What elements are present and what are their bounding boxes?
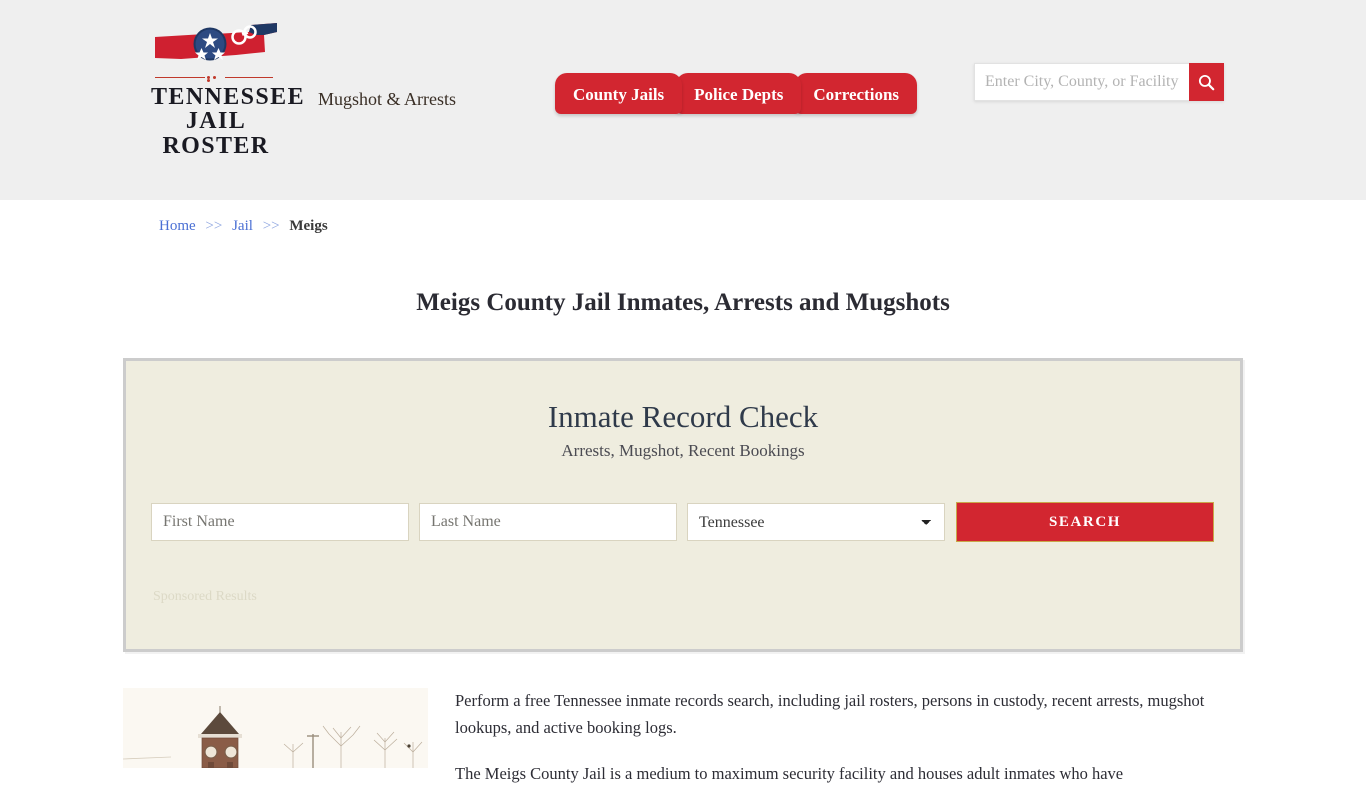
main-content: Perform a free Tennessee inmate records … (123, 688, 1243, 783)
breadcrumb-item-meigs: Meigs (289, 218, 328, 234)
nav-tab-county-jails[interactable]: County Jails (555, 73, 683, 114)
primary-nav: County Jails Police Depts Corrections (555, 73, 918, 117)
courthouse-photo (123, 688, 428, 768)
logo-word-jail-roster: JAIL ROSTER (162, 108, 270, 159)
courthouse-clock-tower-image (123, 688, 428, 768)
sponsored-results-label: Sponsored Results (153, 589, 257, 604)
panel-subtitle: Arrests, Mugshot, Recent Bookings (561, 441, 805, 460)
header-search (974, 63, 1224, 101)
nav-tab-police-depts[interactable]: Police Depts (676, 73, 802, 114)
first-name-input[interactable] (151, 503, 409, 541)
page-title: Meigs County Jail Inmates, Arrests and M… (416, 288, 950, 316)
state-select[interactable]: Tennessee (687, 503, 945, 541)
inmate-record-check-panel: Inmate Record Check Arrests, Mugshot, Re… (123, 358, 1243, 652)
logo-divider-rule (155, 74, 273, 82)
logo-dots (207, 76, 223, 82)
last-name-input[interactable] (419, 503, 677, 541)
record-check-search-button[interactable]: SEARCH (956, 502, 1214, 542)
breadcrumb-separator-1: >> (205, 218, 223, 234)
breadcrumb-separator-2: >> (262, 218, 280, 234)
header-search-input[interactable] (974, 63, 1190, 101)
header-inner: TENNESSEE JAIL ROSTER Mugshot & Arrests … (123, 0, 1243, 200)
logo-word-tennessee: TENNESSEE (151, 84, 305, 110)
record-check-form: Tennessee SEARCH (151, 502, 1216, 542)
site-logo[interactable]: TENNESSEE JAIL ROSTER (151, 20, 305, 158)
content-paragraph-2: The Meigs County Jail is a medium to max… (455, 764, 1124, 784)
breadcrumb-item-jail[interactable]: Jail (232, 218, 253, 234)
nav-tab-corrections[interactable]: Corrections (795, 73, 918, 114)
header-search-button[interactable] (1189, 63, 1224, 101)
site-tagline: Mugshot & Arrests (318, 89, 457, 109)
site-header: TENNESSEE JAIL ROSTER Mugshot & Arrests … (0, 0, 1366, 200)
search-icon (1198, 74, 1215, 90)
breadcrumb: Home >> Jail >> Meigs (0, 218, 1366, 235)
breadcrumb-inner: Home >> Jail >> Meigs (123, 218, 1243, 235)
content-copy: Perform a free Tennessee inmate records … (428, 688, 1243, 783)
breadcrumb-item-home[interactable]: Home (159, 218, 196, 234)
panel-title: Inmate Record Check (547, 399, 819, 434)
tennessee-state-outline-icon (155, 23, 277, 61)
content-paragraph-1: Perform a free Tennessee inmate records … (455, 691, 1205, 737)
